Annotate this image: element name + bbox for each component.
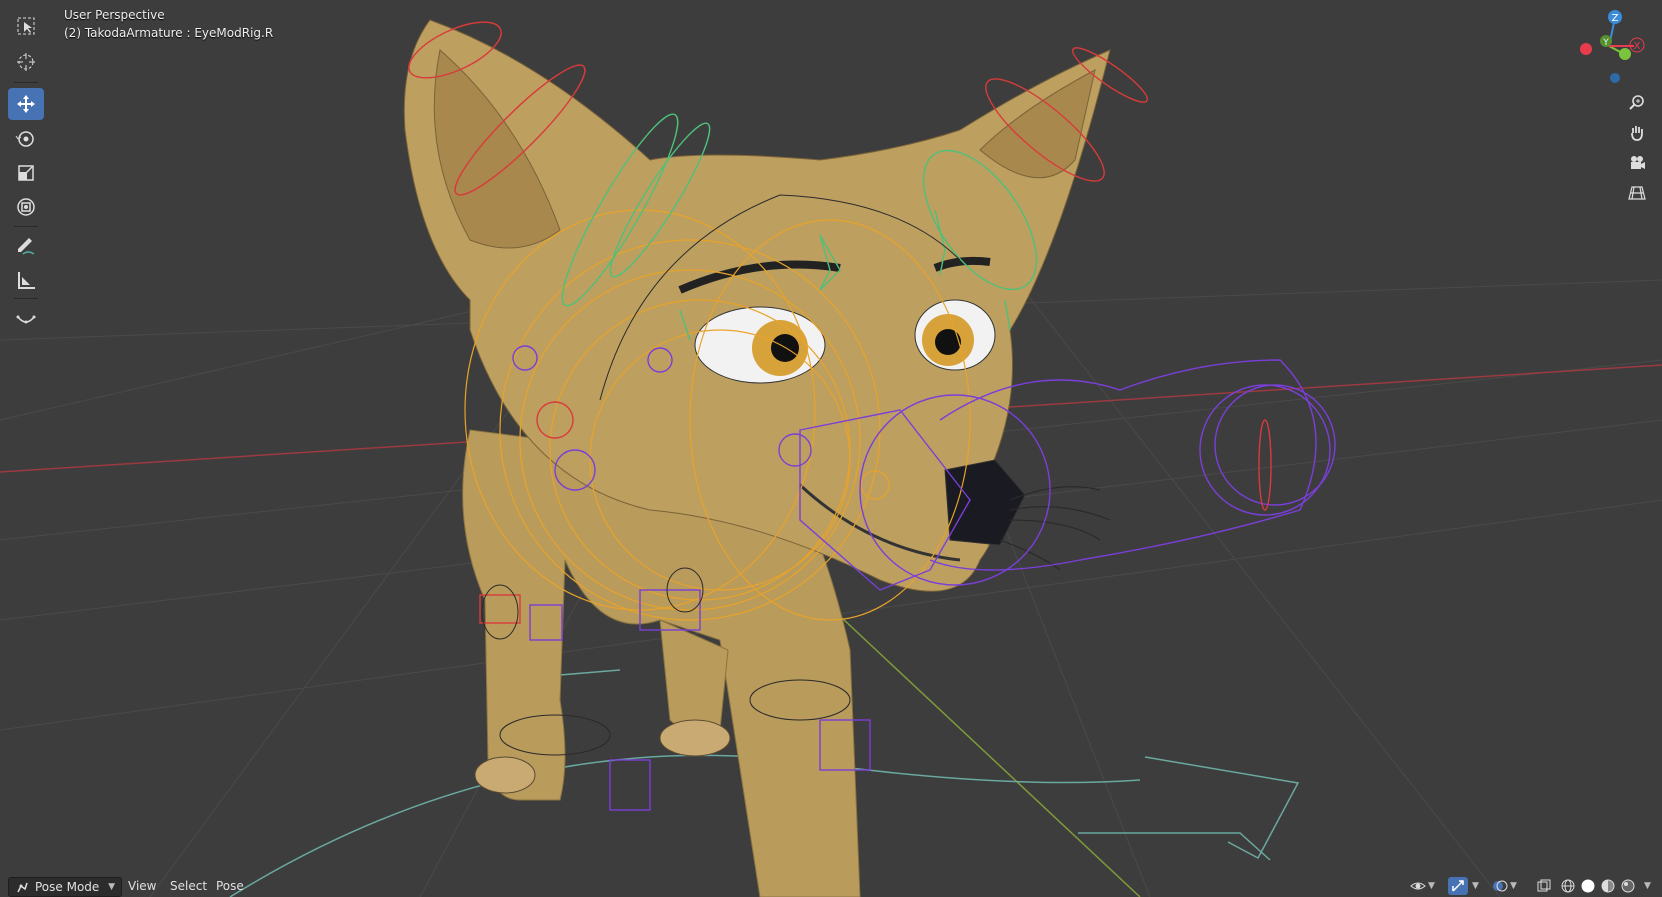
chevron-down-icon[interactable]: ▼ bbox=[1644, 877, 1651, 895]
relax-pose-tool[interactable] bbox=[8, 304, 44, 336]
annotate-icon bbox=[18, 238, 35, 255]
eye-icon bbox=[1410, 882, 1426, 890]
move-tool[interactable] bbox=[8, 88, 44, 120]
gizmo-toggle[interactable] bbox=[1448, 877, 1468, 895]
zoom-button[interactable] bbox=[1624, 90, 1650, 116]
relax-pose-icon bbox=[16, 315, 36, 324]
rotate-icon bbox=[15, 131, 34, 147]
toolbar-separator bbox=[14, 82, 38, 83]
chevron-down-icon: ▼ bbox=[1510, 881, 1517, 891]
solid-shading-button[interactable] bbox=[1580, 877, 1596, 895]
toolbar-separator bbox=[14, 226, 38, 227]
select-box-icon bbox=[17, 17, 35, 35]
scale-icon bbox=[18, 165, 34, 181]
scale-tool[interactable] bbox=[8, 157, 44, 189]
zoom-icon bbox=[1629, 95, 1644, 110]
mode-selector[interactable]: Pose Mode ▼ bbox=[8, 877, 122, 897]
overlays-toggle[interactable]: ▼ bbox=[1492, 877, 1517, 895]
view-name-label: User Perspective bbox=[64, 8, 165, 22]
viewport-header: Pose Mode ▼ View Select Pose ▼ ▼ ▼ ▼ bbox=[0, 873, 1662, 897]
chevron-down-icon[interactable]: ▼ bbox=[1472, 877, 1479, 895]
3d-viewport[interactable]: User Perspective (2) TakodaArmature : Ey… bbox=[0, 0, 1662, 897]
transform-icon bbox=[17, 198, 35, 216]
annotate-tool[interactable] bbox=[8, 230, 44, 262]
ortho-toggle-button[interactable] bbox=[1624, 180, 1650, 206]
mode-selector-label: Pose Mode bbox=[35, 880, 100, 894]
rotate-tool[interactable] bbox=[8, 123, 44, 155]
gizmo-arrows-icon bbox=[1452, 880, 1464, 892]
rendered-sphere-icon bbox=[1621, 879, 1635, 893]
camera-view-button[interactable] bbox=[1624, 150, 1650, 176]
object-info-label: (2) TakodaArmature : EyeModRig.R bbox=[64, 26, 274, 40]
wireframe-sphere-icon bbox=[1561, 879, 1575, 893]
wireframe-shading-button[interactable] bbox=[1560, 877, 1576, 895]
overlays-icon bbox=[1493, 880, 1508, 892]
measure-tool[interactable] bbox=[8, 264, 44, 296]
z-axis-label: Z bbox=[1612, 13, 1619, 24]
move-icon bbox=[17, 95, 35, 113]
x-negative-handle bbox=[1580, 43, 1592, 55]
xray-toggle[interactable] bbox=[1536, 877, 1552, 895]
toolbar-separator bbox=[14, 298, 38, 299]
cursor-icon bbox=[17, 53, 35, 71]
pose-menu[interactable]: Pose bbox=[210, 877, 250, 895]
pan-hand-icon bbox=[1631, 126, 1643, 141]
ortho-grid-icon bbox=[1628, 186, 1646, 200]
z-negative-handle bbox=[1610, 73, 1620, 83]
chevron-down-icon: ▼ bbox=[108, 882, 115, 892]
pose-mode-icon bbox=[17, 882, 28, 893]
y-negative-handle bbox=[1619, 48, 1631, 60]
xray-icon bbox=[1537, 879, 1551, 892]
visibility-toggle[interactable]: ▼ bbox=[1410, 877, 1435, 895]
pan-button[interactable] bbox=[1624, 120, 1650, 146]
scene-canvas[interactable] bbox=[0, 0, 1662, 897]
rendered-shading-button[interactable] bbox=[1620, 877, 1636, 895]
select-menu[interactable]: Select bbox=[164, 877, 213, 895]
select-box-tool[interactable] bbox=[8, 10, 44, 42]
view-menu[interactable]: View bbox=[122, 877, 162, 895]
camera-icon bbox=[1631, 156, 1645, 169]
y-axis-label: Y bbox=[1602, 38, 1609, 48]
transform-tool[interactable] bbox=[8, 191, 44, 223]
navigation-gizmo[interactable]: Z Y X bbox=[1564, 6, 1654, 86]
measure-icon bbox=[18, 272, 35, 289]
material-sphere-icon bbox=[1601, 879, 1615, 893]
x-axis-label: X bbox=[1634, 41, 1641, 52]
cursor-tool[interactable] bbox=[8, 46, 44, 78]
chevron-down-icon: ▼ bbox=[1428, 881, 1435, 891]
material-shading-button[interactable] bbox=[1600, 877, 1616, 895]
solid-sphere-icon bbox=[1581, 879, 1595, 893]
